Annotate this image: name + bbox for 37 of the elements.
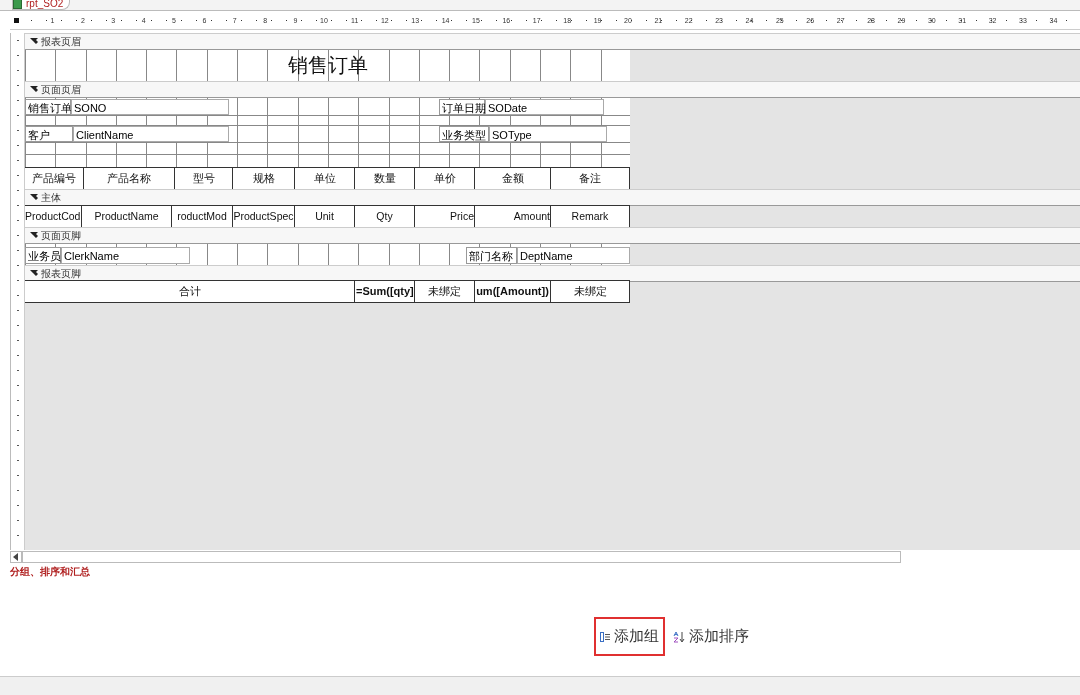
field-label: 部门名称 bbox=[466, 247, 517, 264]
text-box: SODate bbox=[485, 99, 604, 115]
section-title: 页面页脚 bbox=[41, 228, 81, 243]
document-tab[interactable]: rpt_SO2 bbox=[12, 0, 71, 10]
left-arrow-icon bbox=[13, 553, 19, 561]
scroll-left-button[interactable] bbox=[10, 551, 22, 563]
field-label: 业务员 bbox=[25, 247, 61, 264]
text-box: SONO bbox=[71, 99, 229, 115]
text-box: 未绑定 bbox=[415, 281, 475, 302]
text-box: 合计 bbox=[25, 281, 355, 302]
section-title: 报表页眉 bbox=[41, 34, 81, 49]
text-box: 未绑定 bbox=[551, 281, 630, 302]
add-group-button[interactable]: 添加组 bbox=[594, 617, 665, 656]
horizontal-scrollbar[interactable] bbox=[22, 551, 901, 563]
panel-title: 分组、排序和汇总 bbox=[10, 565, 91, 579]
text-box: SOType bbox=[489, 126, 607, 142]
section-title: 报表页脚 bbox=[41, 266, 81, 281]
section-arrow-icon bbox=[30, 194, 38, 201]
report-title-label: 销售订单 bbox=[286, 53, 369, 78]
section-title: 页面页眉 bbox=[41, 82, 81, 97]
field-label: 业务类型 bbox=[439, 126, 489, 142]
group-icon bbox=[600, 631, 610, 642]
text-box: =Sum([qty] bbox=[355, 281, 415, 302]
text-box: um([Amount]) bbox=[475, 281, 551, 302]
field-label: 订单日期 bbox=[439, 99, 485, 115]
section-title: 主体 bbox=[41, 190, 61, 205]
text-box: ClerkName bbox=[61, 247, 190, 264]
sort-icon bbox=[673, 630, 685, 643]
section-arrow-icon bbox=[30, 38, 38, 45]
text-box: ClientName bbox=[73, 126, 229, 142]
section-arrow-icon bbox=[30, 86, 38, 93]
field-label: 销售订单 bbox=[25, 99, 71, 115]
field-label: 客户 bbox=[25, 126, 73, 142]
section-arrow-icon bbox=[30, 232, 38, 239]
section-arrow-icon bbox=[30, 270, 38, 277]
text-box: DeptName bbox=[517, 247, 630, 264]
report-icon bbox=[13, 0, 22, 9]
